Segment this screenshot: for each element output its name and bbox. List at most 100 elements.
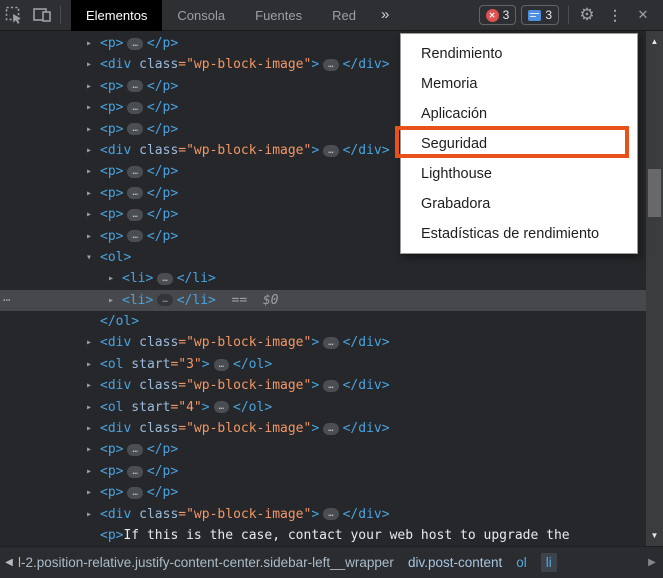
- ellipsis-expand-button[interactable]: …: [323, 380, 338, 392]
- device-toolbar-icon[interactable]: [28, 0, 56, 30]
- twisty-icon[interactable]: ▸: [86, 418, 100, 439]
- twisty-icon[interactable]: ▸: [86, 439, 100, 460]
- ellipsis-expand-button[interactable]: …: [127, 187, 142, 199]
- twisty-icon[interactable]: ▸: [86, 375, 100, 396]
- tree-row[interactable]: ▸<ol start="4">…</ol>: [0, 397, 646, 418]
- code-token: ="wp-block-image": [178, 507, 311, 522]
- breadcrumb-forward-icon[interactable]: ▶: [643, 557, 661, 568]
- ellipsis-expand-button[interactable]: …: [127, 209, 142, 221]
- inspect-element-icon[interactable]: [0, 0, 28, 30]
- menu-item-estadisticas-de-rendimiento[interactable]: Estadísticas de rendimiento: [401, 219, 637, 249]
- tree-row[interactable]: ▸<li>…</li>: [0, 268, 646, 289]
- twisty-icon[interactable]: ▾: [86, 247, 100, 268]
- breadcrumb-item-div-post-content[interactable]: div.post-content: [408, 555, 502, 570]
- code-token: <p>: [100, 464, 123, 479]
- tab-fuentes[interactable]: Fuentes: [240, 0, 317, 31]
- twisty-icon[interactable]: ▸: [86, 397, 100, 418]
- tab-elementos[interactable]: Elementos: [71, 0, 162, 31]
- twisty-icon[interactable]: ▸: [108, 290, 122, 311]
- menu-item-lighthouse[interactable]: Lighthouse: [401, 159, 637, 189]
- code-token: If this is the case, contact your web ho…: [123, 528, 569, 543]
- twisty-icon[interactable]: ▸: [108, 268, 122, 289]
- twisty-icon[interactable]: ▸: [86, 461, 100, 482]
- twisty-icon[interactable]: ▸: [86, 119, 100, 140]
- tree-row[interactable]: </ol>: [0, 311, 646, 332]
- scroll-up-icon[interactable]: ▲: [646, 37, 663, 46]
- code-token: ="wp-block-image": [178, 58, 311, 73]
- ellipsis-expand-button[interactable]: …: [214, 359, 229, 371]
- ellipsis-expand-button[interactable]: …: [127, 38, 142, 50]
- kebab-menu-icon[interactable]: ⋮: [601, 0, 629, 30]
- ellipsis-expand-button[interactable]: …: [127, 487, 142, 499]
- tree-row[interactable]: ▸<p>…</p>: [0, 461, 646, 482]
- tab-consola[interactable]: Consola: [162, 0, 240, 31]
- message-badge[interactable]: 3: [521, 5, 559, 25]
- ellipsis-expand-button[interactable]: …: [323, 59, 338, 71]
- twisty-icon[interactable]: ▸: [86, 76, 100, 97]
- menu-item-seguridad[interactable]: Seguridad: [401, 129, 637, 159]
- vertical-scrollbar[interactable]: ▲ ▼: [646, 31, 663, 546]
- menu-item-grabadora[interactable]: Grabadora: [401, 189, 637, 219]
- ellipsis-expand-button[interactable]: …: [127, 444, 142, 456]
- twisty-icon[interactable]: ▸: [86, 140, 100, 161]
- error-badge[interactable]: ✕ 3: [479, 5, 517, 25]
- tree-row[interactable]: ▸<p>…</p>: [0, 482, 646, 503]
- settings-gear-icon[interactable]: ⚙: [573, 0, 601, 30]
- twisty-icon[interactable]: ▸: [86, 504, 100, 525]
- breadcrumb-item-l-2-position-relative-justify-content-ce[interactable]: l-2.position-relative.justify-content-ce…: [18, 555, 394, 570]
- twisty-icon[interactable]: ▸: [86, 482, 100, 503]
- ellipsis-expand-button[interactable]: …: [323, 337, 338, 349]
- close-devtools-icon[interactable]: ✕: [629, 0, 657, 30]
- ellipsis-expand-button[interactable]: …: [127, 123, 142, 135]
- ellipsis-expand-button[interactable]: …: [157, 273, 172, 285]
- twisty-icon[interactable]: ▸: [86, 33, 100, 54]
- twisty-icon[interactable]: ▸: [86, 354, 100, 375]
- tab-red[interactable]: Red: [317, 0, 371, 31]
- menu-item-rendimiento[interactable]: Rendimiento: [401, 39, 637, 69]
- tree-row[interactable]: ▸<div class="wp-block-image">…</div>: [0, 504, 646, 525]
- ellipsis-expand-button[interactable]: …: [127, 102, 142, 114]
- breadcrumb-back-icon[interactable]: ◀: [0, 557, 18, 568]
- ellipsis-expand-button[interactable]: …: [127, 466, 142, 478]
- code-token: </div>: [343, 378, 390, 393]
- twisty-icon[interactable]: ▸: [86, 332, 100, 353]
- twisty-icon[interactable]: ▸: [86, 161, 100, 182]
- ellipsis-expand-button[interactable]: …: [127, 166, 142, 178]
- ellipsis-expand-button[interactable]: …: [323, 508, 338, 520]
- ellipsis-expand-button[interactable]: …: [214, 401, 229, 413]
- tree-row[interactable]: ▸<ol start="3">…</ol>: [0, 354, 646, 375]
- ellipsis-expand-button[interactable]: …: [157, 294, 172, 306]
- code-token: <p>: [100, 207, 123, 222]
- code-token: <p>: [100, 36, 123, 51]
- tree-row-selected[interactable]: ⋯▸<li>…</li> == $0: [0, 290, 646, 311]
- code-token: </p>: [147, 207, 178, 222]
- code-token: </p>: [147, 229, 178, 244]
- menu-item-memoria[interactable]: Memoria: [401, 69, 637, 99]
- code-token: </ol>: [233, 357, 272, 372]
- breadcrumb-item-li[interactable]: li: [541, 553, 557, 572]
- ellipsis-expand-button[interactable]: …: [323, 145, 338, 157]
- code-token: </div>: [343, 421, 390, 436]
- twisty-icon[interactable]: ▸: [86, 97, 100, 118]
- twisty-icon[interactable]: ▸: [86, 226, 100, 247]
- code-token: </ol>: [233, 400, 272, 415]
- ellipsis-expand-button[interactable]: …: [127, 230, 142, 242]
- twisty-icon[interactable]: ▸: [86, 54, 100, 75]
- ellipsis-expand-button[interactable]: …: [323, 423, 338, 435]
- tree-row[interactable]: <p>If this is the case, contact your web…: [0, 525, 646, 546]
- ellipsis-expand-button[interactable]: …: [127, 80, 142, 92]
- breadcrumb-item-ol[interactable]: ol: [516, 555, 527, 570]
- tree-row[interactable]: ▸<div class="wp-block-image">…</div>: [0, 332, 646, 353]
- scroll-down-icon[interactable]: ▼: [646, 531, 663, 540]
- more-tools-dropdown-menu: RendimientoMemoriaAplicaciónSeguridadLig…: [400, 33, 638, 254]
- toolbar-right-section: ✕ 3 3 ⚙ ⋮ ✕: [479, 0, 663, 30]
- tree-row[interactable]: ▸<div class="wp-block-image">…</div>: [0, 418, 646, 439]
- twisty-icon[interactable]: ▸: [86, 204, 100, 225]
- more-tabs-button[interactable]: »: [371, 0, 398, 30]
- scrollbar-thumb[interactable]: [648, 169, 661, 217]
- twisty-icon[interactable]: ▸: [86, 183, 100, 204]
- tree-row[interactable]: ▸<p>…</p>: [0, 439, 646, 460]
- code-token: </p>: [147, 485, 178, 500]
- menu-item-aplicacion[interactable]: Aplicación: [401, 99, 637, 129]
- tree-row[interactable]: ▸<div class="wp-block-image">…</div>: [0, 375, 646, 396]
